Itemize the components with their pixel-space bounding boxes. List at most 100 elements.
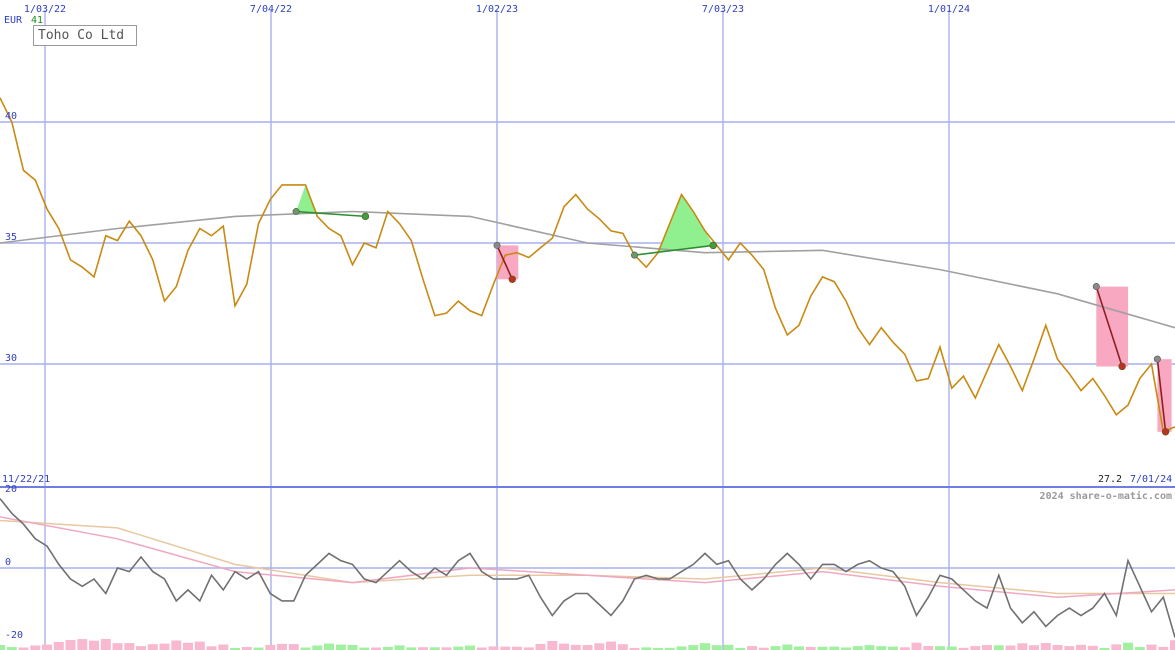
volume-bar bbox=[547, 641, 558, 650]
start-date-label: 11/22/21 bbox=[2, 474, 50, 485]
volume-bar bbox=[782, 644, 793, 650]
signal-end-marker bbox=[508, 275, 516, 283]
volume-bar bbox=[1087, 645, 1098, 650]
volume-bar bbox=[935, 646, 945, 650]
volume-bar bbox=[89, 640, 99, 650]
volume-bar bbox=[982, 645, 992, 650]
volume-bar bbox=[688, 645, 699, 650]
y-tick-label: 35 bbox=[5, 232, 17, 243]
volume-bar bbox=[770, 646, 781, 650]
volume-bar bbox=[124, 643, 135, 650]
signal-end-marker bbox=[361, 212, 370, 221]
volume-bar bbox=[159, 643, 170, 650]
volume-bar bbox=[535, 643, 546, 650]
volume-bar bbox=[347, 645, 358, 650]
down-signal-area bbox=[1096, 286, 1129, 367]
signal-start-marker bbox=[493, 241, 501, 249]
oscillator-tick-label: 20 bbox=[5, 484, 17, 495]
credit-label: 2024 share-o-matic.com bbox=[1040, 490, 1172, 502]
last-value-label: 27.2 bbox=[1098, 474, 1122, 485]
volume-bar bbox=[676, 646, 687, 650]
volume-bar bbox=[265, 644, 276, 650]
signal-start-marker bbox=[1153, 355, 1161, 363]
volume-bar bbox=[1076, 644, 1086, 650]
volume-bar bbox=[1123, 642, 1133, 650]
volume-bar bbox=[218, 644, 229, 650]
volume-bar bbox=[794, 646, 804, 650]
volume-bar bbox=[594, 643, 605, 650]
volume-bar bbox=[1064, 646, 1075, 650]
volume-bar bbox=[876, 646, 887, 650]
x-tick-label: 7/04/22 bbox=[250, 4, 292, 15]
volume-bar bbox=[394, 645, 405, 650]
volume-bar bbox=[136, 646, 146, 650]
volume-bar bbox=[970, 646, 981, 650]
signal-end-marker bbox=[1161, 428, 1170, 436]
volume-bar bbox=[77, 639, 88, 650]
volume-bar bbox=[42, 644, 52, 650]
volume-bar bbox=[500, 646, 511, 650]
volume-bar bbox=[183, 642, 193, 650]
signal-start-marker bbox=[630, 251, 638, 259]
end-date-label: 7/01/24 bbox=[1130, 474, 1172, 485]
volume-bar bbox=[1017, 643, 1028, 650]
volume-bar bbox=[923, 646, 934, 650]
down-signal-area bbox=[497, 245, 519, 280]
volume-bar bbox=[911, 642, 922, 650]
volume-bar bbox=[147, 644, 158, 650]
signal-start-marker bbox=[292, 208, 300, 216]
volume-bar bbox=[570, 644, 581, 650]
volume-bar bbox=[100, 639, 111, 650]
volume-bar bbox=[324, 643, 334, 650]
chart-background bbox=[0, 0, 1175, 650]
volume-bar bbox=[723, 644, 734, 650]
volume-bar bbox=[747, 646, 757, 650]
signal-start-marker bbox=[1092, 283, 1100, 291]
volume-bar bbox=[606, 641, 616, 650]
volume-bar bbox=[582, 645, 593, 650]
volume-bar bbox=[700, 643, 710, 650]
volume-bar bbox=[852, 646, 863, 650]
volume-bar bbox=[864, 645, 875, 650]
volume-bar bbox=[65, 640, 76, 650]
volume-bar bbox=[288, 644, 299, 650]
x-tick-label: 7/03/23 bbox=[702, 4, 744, 15]
volume-bar bbox=[312, 645, 323, 650]
volume-bar bbox=[1040, 643, 1051, 650]
volume-bar bbox=[30, 645, 41, 650]
volume-bar bbox=[53, 642, 64, 650]
volume-bar bbox=[993, 645, 1004, 650]
volume-bar bbox=[1111, 644, 1122, 650]
volume-bar bbox=[1029, 645, 1039, 650]
volume-bar bbox=[1146, 644, 1157, 650]
volume-bar bbox=[1052, 645, 1063, 650]
volume-bar bbox=[0, 645, 5, 650]
y-tick-label: 40 bbox=[5, 111, 17, 122]
volume-bar bbox=[559, 643, 569, 650]
volume-bar bbox=[335, 644, 346, 650]
volume-bar bbox=[112, 643, 123, 650]
x-tick-label: 1/01/24 bbox=[928, 4, 970, 15]
volume-bar bbox=[1170, 640, 1175, 650]
chart-title: Toho Co Ltd bbox=[33, 25, 137, 46]
oscillator-tick-label: 0 bbox=[5, 557, 11, 568]
signal-end-marker bbox=[1118, 362, 1126, 371]
volume-bar bbox=[171, 640, 182, 650]
volume-bar bbox=[617, 644, 628, 650]
volume-bar bbox=[453, 646, 464, 650]
volume-bar bbox=[711, 645, 722, 650]
y-tick-label: 30 bbox=[5, 353, 17, 364]
volume-bar bbox=[465, 645, 475, 650]
volume-bar bbox=[277, 643, 287, 650]
oscillator-tick-label: -20 bbox=[5, 630, 23, 641]
x-tick-label: 1/03/22 bbox=[24, 4, 66, 15]
volume-bar bbox=[206, 646, 217, 650]
price-chart: 1/03/22 7/04/22 1/02/23 7/03/23 1/01/24 40 35… bbox=[0, 0, 1175, 650]
volume-bar bbox=[488, 646, 499, 650]
x-tick-label: 1/02/23 bbox=[476, 4, 518, 15]
currency-label: EUR bbox=[4, 15, 23, 26]
volume-bar bbox=[194, 641, 205, 650]
volume-bar bbox=[1005, 645, 1016, 650]
signal-end-marker bbox=[709, 241, 717, 250]
volume-bar bbox=[829, 646, 840, 650]
